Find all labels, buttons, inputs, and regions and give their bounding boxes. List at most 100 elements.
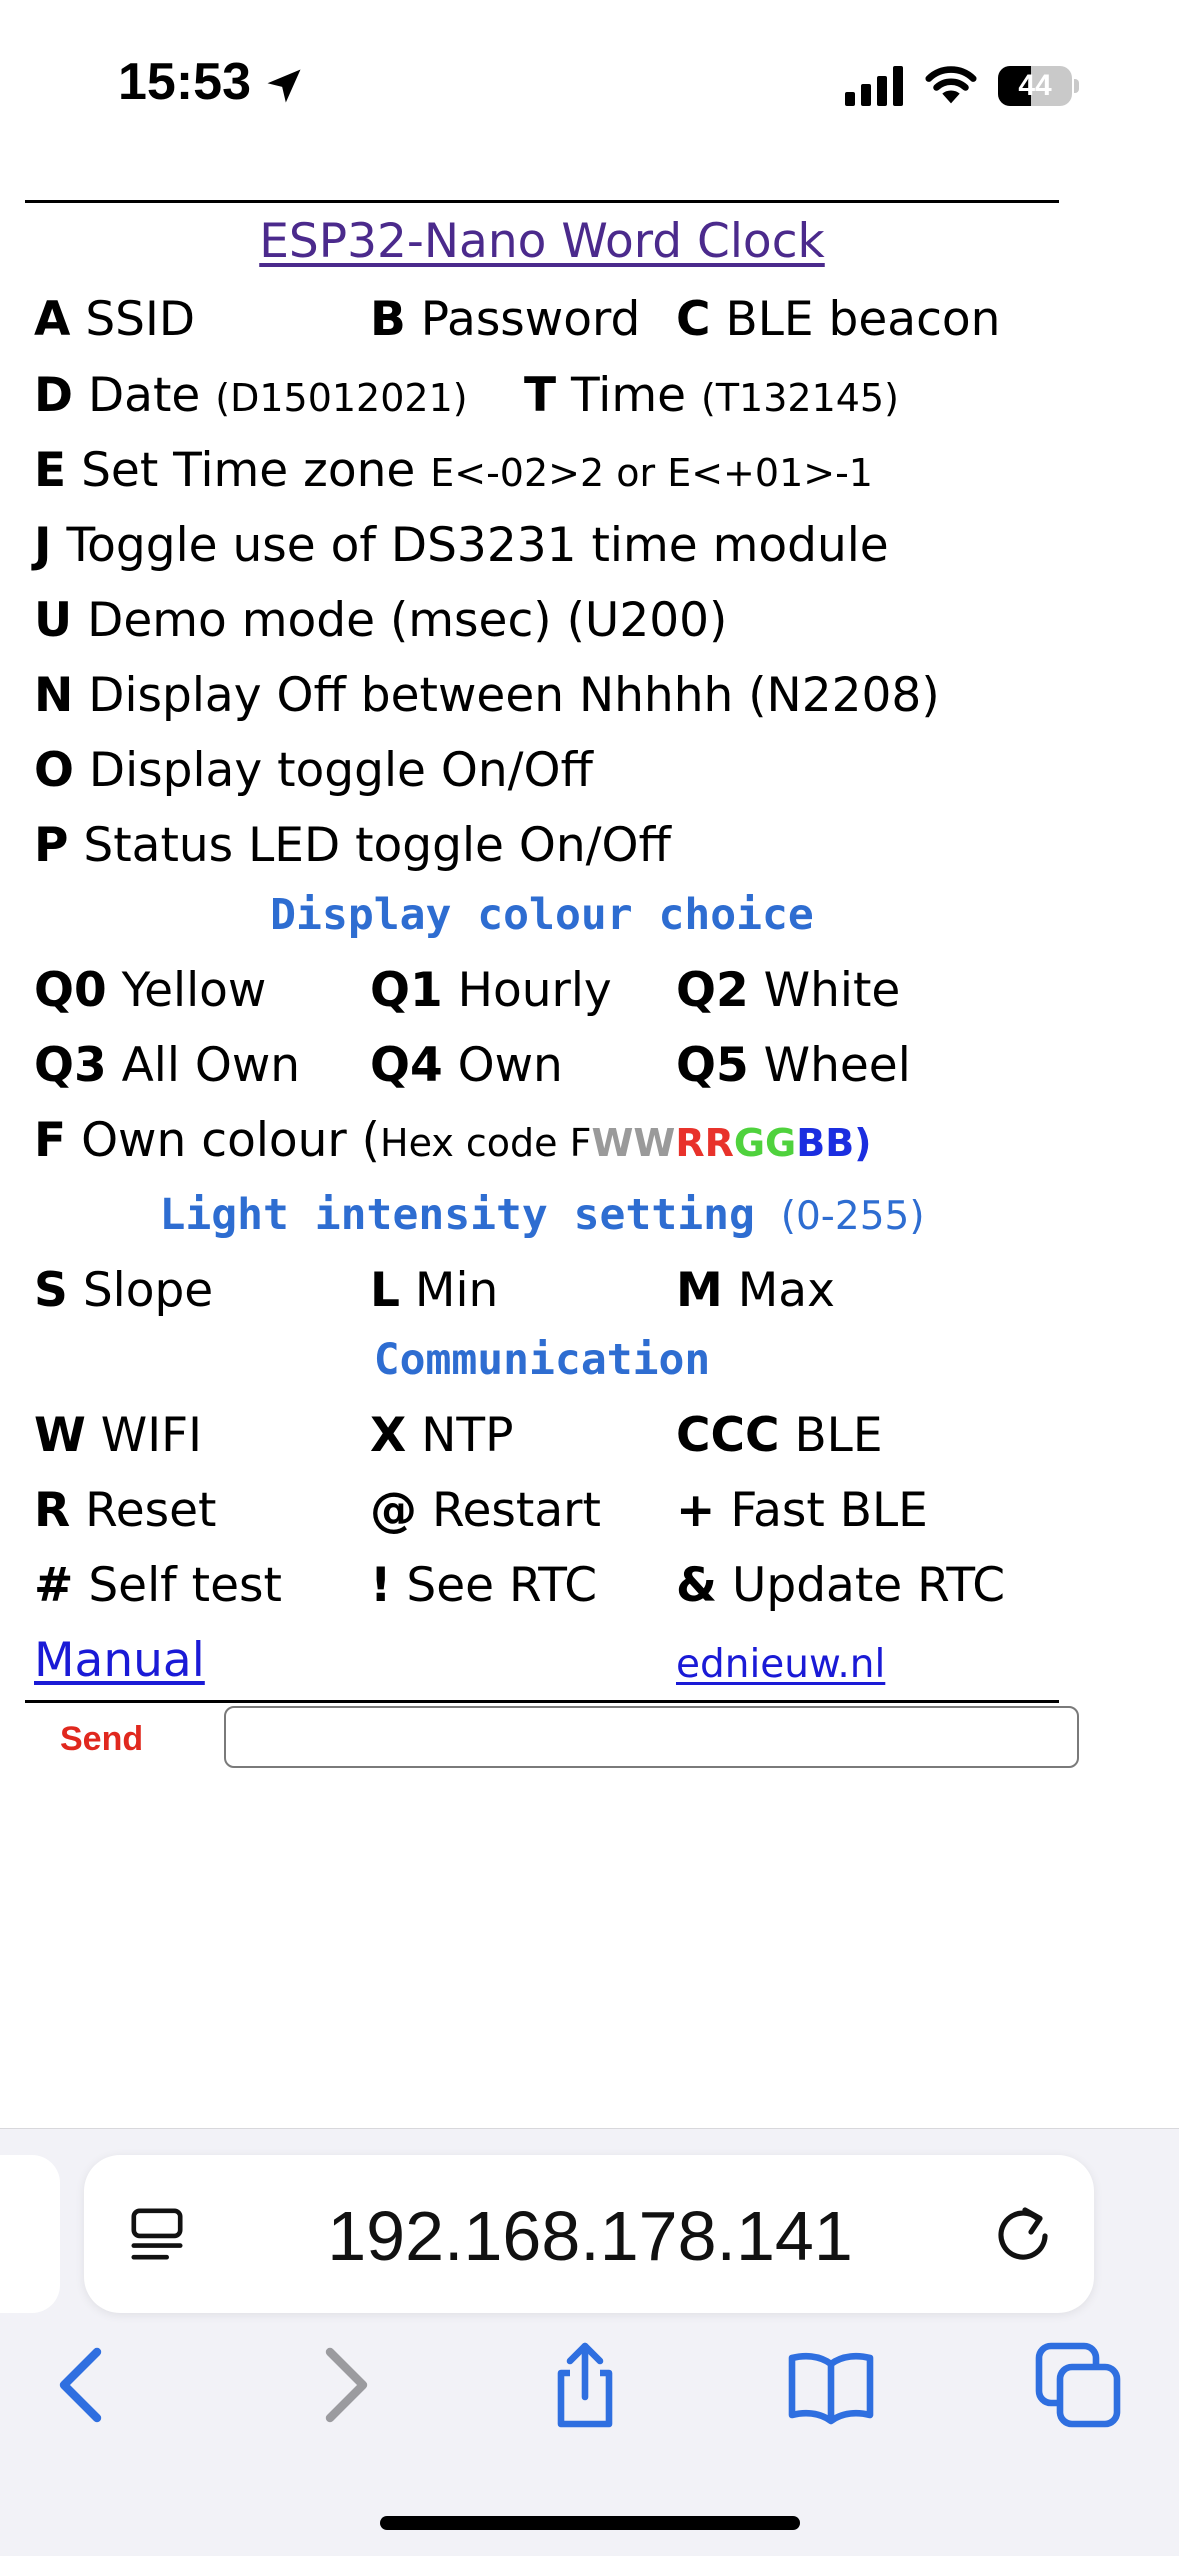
command-label: Date bbox=[87, 368, 201, 423]
command-key: # bbox=[34, 1558, 74, 1613]
command-key: P bbox=[34, 818, 69, 873]
command-key: E bbox=[34, 443, 67, 498]
command-hint: Hex code F bbox=[380, 1121, 592, 1165]
hex-gg: GG bbox=[733, 1121, 797, 1165]
command-row-time: T Time (T132145) bbox=[524, 368, 899, 426]
divider-top bbox=[25, 200, 1059, 203]
command-label: Fast BLE bbox=[730, 1483, 928, 1538]
colour-option: Q4 Own bbox=[370, 1038, 563, 1094]
command-label: Set Time zone bbox=[81, 443, 416, 498]
command-label: Display toggle On/Off bbox=[88, 743, 593, 798]
section-heading-light-text: Light intensity setting bbox=[159, 1190, 755, 1240]
command-label: Toggle use of DS3231 time module bbox=[66, 518, 889, 573]
comm-option: W WIFI bbox=[34, 1408, 202, 1464]
command-key: X bbox=[370, 1408, 407, 1463]
command-label: Status LED toggle On/Off bbox=[83, 818, 671, 873]
colour-option: Q1 Hourly bbox=[370, 963, 612, 1019]
command-key: D bbox=[34, 368, 74, 423]
command-label: Slope bbox=[82, 1263, 214, 1318]
command-label: Update RTC bbox=[731, 1558, 1006, 1613]
command-key: W bbox=[34, 1408, 86, 1463]
command-label: Display Off between Nhhhh (N2208) bbox=[88, 668, 940, 723]
command-key: + bbox=[676, 1483, 716, 1538]
command-row-display-off: N Display Off between Nhhhh (N2208) bbox=[34, 668, 940, 724]
command-label: See RTC bbox=[406, 1558, 598, 1613]
command-hint: E<-02>2 or E<+01>-1 bbox=[430, 451, 873, 495]
command-key: Q2 bbox=[676, 963, 749, 1018]
command-label: BLE bbox=[794, 1408, 883, 1463]
command-key: @ bbox=[370, 1483, 417, 1538]
command-label: NTP bbox=[421, 1408, 514, 1463]
comm-option: ! See RTC bbox=[370, 1558, 597, 1614]
command-key: & bbox=[676, 1558, 717, 1613]
colour-option: Q5 Wheel bbox=[676, 1038, 911, 1094]
command-key: L bbox=[370, 1263, 400, 1318]
command-label: Reset bbox=[85, 1483, 217, 1538]
previous-tab-preview[interactable] bbox=[0, 2155, 60, 2313]
section-heading-colour: Display colour choice bbox=[270, 890, 814, 940]
comm-option: @ Restart bbox=[370, 1483, 601, 1539]
command-row-demo: U Demo mode (msec) (U200) bbox=[34, 593, 727, 649]
command-label: WIFI bbox=[100, 1408, 203, 1463]
command-row-timezone: E Set Time zone E<-02>2 or E<+01>-1 bbox=[34, 443, 873, 501]
command-key: Q4 bbox=[370, 1038, 443, 1093]
command-label: Password bbox=[420, 292, 641, 347]
light-option: L Min bbox=[370, 1263, 498, 1319]
hex-bb: BB bbox=[796, 1121, 855, 1165]
url-text[interactable]: 192.168.178.141 bbox=[190, 2196, 990, 2276]
status-bar: 15:53 44 bbox=[0, 0, 1179, 150]
command-hint: (T132145) bbox=[701, 376, 899, 420]
command-label: Self test bbox=[88, 1558, 282, 1613]
command-hint: (D15012021) bbox=[215, 376, 468, 420]
battery-icon: 44 bbox=[998, 66, 1079, 106]
command-row-b: B Password bbox=[370, 292, 640, 348]
section-heading-light-note: (0-255) bbox=[780, 1194, 925, 1239]
divider-bottom bbox=[25, 1700, 1059, 1703]
command-key: O bbox=[34, 743, 74, 798]
comm-option: + Fast BLE bbox=[676, 1483, 928, 1539]
website-link[interactable]: ednieuw.nl bbox=[676, 1637, 885, 1693]
command-key: J bbox=[34, 518, 52, 573]
comm-option: & Update RTC bbox=[676, 1558, 1005, 1614]
command-label: Own colour ( bbox=[81, 1113, 381, 1168]
bookmarks-icon[interactable] bbox=[786, 2340, 876, 2430]
command-row-date: D Date (D15012021) bbox=[34, 368, 468, 426]
reader-icon[interactable] bbox=[128, 2204, 186, 2264]
send-button[interactable]: Send bbox=[60, 1720, 143, 1759]
command-row-c: C BLE beacon bbox=[676, 292, 1000, 348]
light-option: S Slope bbox=[34, 1263, 213, 1319]
tabs-icon[interactable] bbox=[1033, 2340, 1123, 2430]
cellular-signal-icon bbox=[845, 66, 903, 106]
command-label: Yellow bbox=[121, 963, 267, 1018]
reload-icon[interactable] bbox=[993, 2203, 1053, 2265]
command-row-ds3231: J Toggle use of DS3231 time module bbox=[34, 518, 889, 574]
comm-option: CCC BLE bbox=[676, 1408, 883, 1464]
command-key: R bbox=[34, 1483, 71, 1538]
command-label: BLE beacon bbox=[725, 292, 1001, 347]
command-label: White bbox=[763, 963, 901, 1018]
command-key: N bbox=[34, 668, 74, 723]
comm-option: X NTP bbox=[370, 1408, 513, 1464]
command-key: Q3 bbox=[34, 1038, 107, 1093]
location-arrow-icon bbox=[267, 69, 301, 103]
back-icon[interactable] bbox=[40, 2340, 130, 2430]
section-heading-communication: Communication bbox=[373, 1335, 711, 1385]
command-label: Own bbox=[457, 1038, 563, 1093]
command-label: Demo mode (msec) (U200) bbox=[87, 593, 728, 648]
light-option: M Max bbox=[676, 1263, 835, 1319]
manual-link[interactable]: Manual bbox=[34, 1633, 205, 1689]
share-icon[interactable] bbox=[540, 2340, 630, 2430]
forward-icon[interactable] bbox=[297, 2340, 387, 2430]
command-label: Time bbox=[571, 368, 687, 423]
command-input[interactable] bbox=[224, 1706, 1079, 1768]
command-key: C bbox=[676, 292, 711, 347]
command-key: B bbox=[370, 292, 406, 347]
command-key: Q0 bbox=[34, 963, 107, 1018]
hex-rr: RR bbox=[675, 1121, 734, 1165]
colour-option: Q2 White bbox=[676, 963, 900, 1019]
command-key: F bbox=[34, 1113, 67, 1168]
command-key: S bbox=[34, 1263, 68, 1318]
command-key: T bbox=[524, 368, 557, 423]
hex-ww: WW bbox=[591, 1121, 676, 1165]
page-title[interactable]: ESP32-Nano Word Clock bbox=[0, 214, 1084, 269]
